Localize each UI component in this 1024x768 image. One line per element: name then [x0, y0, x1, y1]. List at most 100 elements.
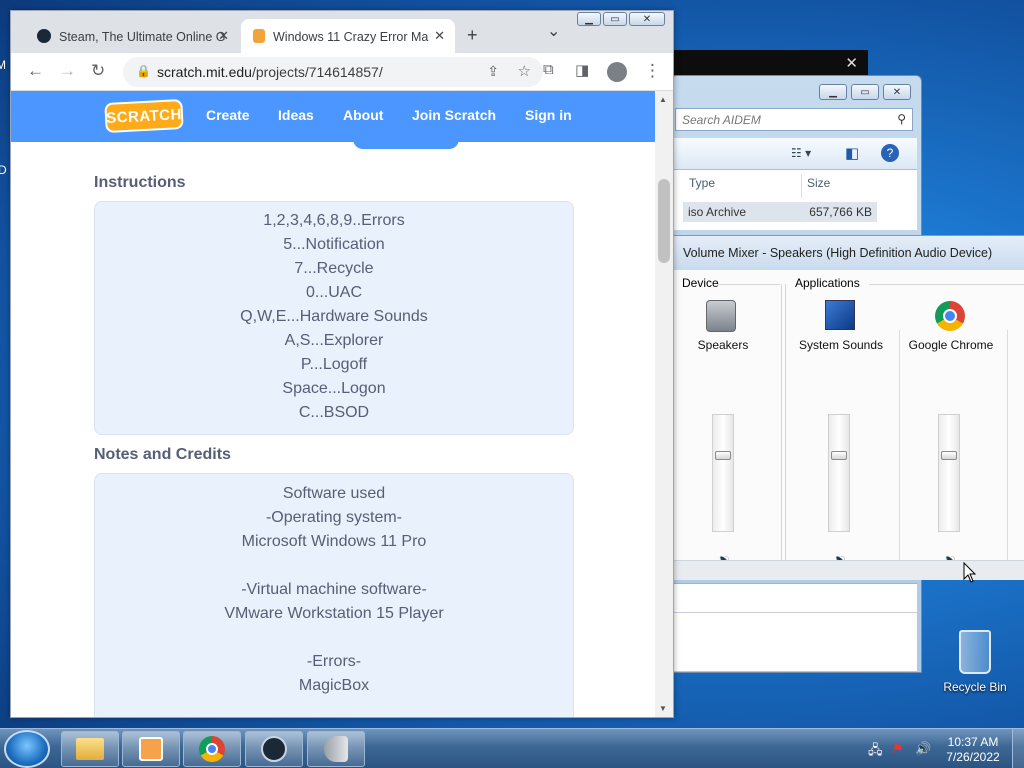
chrome-maximize-button[interactable]: ▭: [603, 12, 627, 26]
scratch-navbar: SCRATCH Create Ideas About Join Scratch …: [11, 91, 655, 142]
network-icon[interactable]: 🖧: [868, 741, 883, 763]
clock-time: 10:37 AM: [947, 735, 999, 749]
tab-close-icon[interactable]: ✕: [434, 28, 445, 44]
tab-close-icon[interactable]: ✕: [218, 28, 229, 44]
explorer-toolbar: ☷ ▾ ◧ ?: [673, 138, 917, 170]
notes-line: [95, 626, 573, 650]
explorer-details-pane: [673, 583, 917, 671]
tab-scratch[interactable]: Windows 11 Crazy Error Ma ✕: [241, 19, 455, 53]
action-center-icon[interactable]: ⚑: [892, 741, 904, 757]
column-header-type[interactable]: Type: [689, 176, 715, 190]
chrome-close-button[interactable]: ✕: [629, 12, 665, 26]
explorer-icon: [76, 738, 104, 760]
chrome-window: Steam, The Ultimate Online G ✕ Windows 1…: [10, 10, 674, 718]
recycle-bin[interactable]: Recycle Bin: [940, 630, 1010, 694]
page-scrollbar[interactable]: ▲ ▼: [655, 91, 673, 717]
speakers-slider-thumb[interactable]: [715, 451, 731, 460]
lock-icon: 🔒: [136, 64, 151, 78]
profile-avatar-icon[interactable]: [607, 62, 627, 82]
taskbar-explorer-button[interactable]: [61, 731, 119, 767]
url-path: /projects/714614857/: [251, 64, 383, 80]
search-icon[interactable]: ⚲: [897, 112, 906, 126]
side-panel-icon[interactable]: ◨: [575, 61, 589, 79]
taskbar-chrome-button[interactable]: [183, 731, 241, 767]
system-clock[interactable]: 10:37 AM 7/26/2022: [938, 735, 1008, 765]
nav-create[interactable]: Create: [206, 107, 250, 123]
device-group-label: Device: [682, 276, 719, 290]
nav-ideas[interactable]: Ideas: [278, 107, 314, 123]
column-header-size[interactable]: Size: [807, 176, 830, 190]
show-desktop-button[interactable]: [1012, 729, 1024, 768]
maximize-button[interactable]: ▭: [851, 84, 879, 100]
explorer-caption-buttons: ▁ ▭ ✕: [819, 84, 911, 100]
notes-line: Microsoft Windows 11 Pro: [241, 533, 427, 550]
chrome-volume-slider[interactable]: [938, 414, 960, 532]
scratch-logo[interactable]: SCRATCH: [104, 98, 184, 134]
view-options-icon[interactable]: ☷ ▾: [791, 146, 811, 160]
steam-icon: [261, 736, 287, 762]
extensions-icon[interactable]: ⧉: [543, 61, 554, 78]
chrome-minimize-button[interactable]: ▁: [577, 12, 601, 26]
group-divider: [781, 284, 782, 560]
instruction-line: 0...UAC: [305, 284, 362, 301]
close-button[interactable]: ✕: [883, 84, 911, 100]
media-player-icon: [139, 737, 163, 761]
notes-heading: Notes and Credits: [94, 446, 231, 463]
back-icon[interactable]: ←: [27, 61, 44, 81]
volume-icon[interactable]: 🔊: [915, 741, 931, 757]
taskbar-media-player-button[interactable]: [122, 731, 180, 767]
instruction-line: 7...Recycle: [294, 260, 374, 277]
remix-button-edge[interactable]: [353, 135, 459, 149]
nav-sign-in[interactable]: Sign in: [525, 107, 572, 123]
tab-steam-label: Steam, The Ultimate Online G: [59, 30, 226, 44]
desktop-peek-text-2: D: [0, 163, 7, 177]
volume-mixer-body: Device Applications Speakers 🔉 System So…: [673, 270, 1024, 580]
instruction-line: 1,2,3,4,6,8,9..Errors: [263, 212, 405, 229]
start-button[interactable]: [4, 730, 50, 768]
system-sounds-slider-thumb[interactable]: [831, 451, 847, 460]
tab-steam[interactable]: Steam, The Ultimate Online G ✕: [25, 19, 239, 53]
volume-mixer-icon: [324, 736, 348, 762]
explorer-search-placeholder: Search AIDEM: [682, 113, 761, 127]
page-viewport: SCRATCH Create Ideas About Join Scratch …: [11, 91, 655, 717]
background-window-close-button[interactable]: ✕: [845, 54, 858, 72]
scrollbar-thumb[interactable]: [658, 179, 670, 263]
scroll-down-icon[interactable]: ▼: [659, 704, 667, 713]
new-tab-button[interactable]: +: [467, 25, 478, 46]
recycle-bin-label: Recycle Bin: [943, 680, 1007, 694]
bookmark-star-icon[interactable]: ☆: [518, 62, 531, 80]
help-icon[interactable]: ?: [881, 144, 899, 162]
taskbar: 🖧 ⚑ 🔊 10:37 AM 7/26/2022: [0, 728, 1024, 768]
tab-search-icon[interactable]: ⌄: [547, 21, 560, 41]
desktop-peek-text: M: [0, 58, 6, 72]
browser-toolbar: ← → ↻ 🔒 scratch.mit.edu/projects/7146148…: [11, 53, 673, 91]
notes-line: -Operating system-: [265, 509, 403, 526]
nav-join-scratch[interactable]: Join Scratch: [412, 107, 496, 123]
device-group-line: [718, 284, 780, 285]
preview-pane-icon[interactable]: ◧: [845, 144, 859, 162]
explorer-search-input[interactable]: Search AIDEM ⚲: [675, 108, 913, 131]
chrome-slider-thumb[interactable]: [941, 451, 957, 460]
file-size-cell[interactable]: 657,766 KB: [801, 202, 877, 222]
chrome-icon[interactable]: [935, 301, 965, 331]
speakers-icon[interactable]: [706, 300, 736, 332]
instructions-box: 1,2,3,4,6,8,9..Errors 5...Notification 7…: [94, 201, 574, 435]
taskbar-volume-mixer-button[interactable]: [307, 731, 365, 767]
explorer-file-list: Type Size iso Archive 657,766 KB: [673, 170, 917, 230]
speakers-volume-slider[interactable]: [712, 414, 734, 532]
system-sounds-icon[interactable]: [825, 300, 855, 330]
nav-about[interactable]: About: [343, 107, 383, 123]
system-sounds-volume-slider[interactable]: [828, 414, 850, 532]
scroll-up-icon[interactable]: ▲: [659, 95, 667, 104]
address-bar[interactable]: 🔒 scratch.mit.edu/projects/714614857/ ⇪ …: [123, 57, 543, 87]
channel-separator-2: [1007, 330, 1008, 580]
share-icon[interactable]: ⇪: [487, 63, 499, 80]
minimize-button[interactable]: ▁: [819, 84, 847, 100]
file-type-cell[interactable]: iso Archive: [683, 202, 801, 222]
steam-icon: [37, 29, 51, 43]
scratch-icon: [253, 29, 265, 43]
menu-icon[interactable]: ⋮: [644, 61, 661, 81]
reload-icon[interactable]: ↻: [91, 61, 105, 81]
forward-icon[interactable]: →: [59, 61, 76, 81]
taskbar-steam-button[interactable]: [245, 731, 303, 767]
